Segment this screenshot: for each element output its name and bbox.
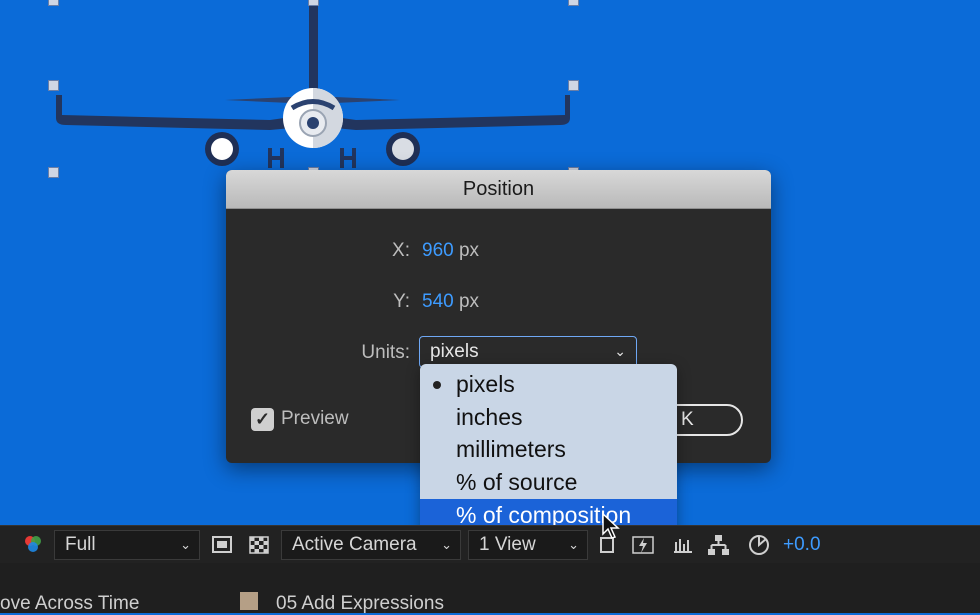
composition-color-swatch [240,592,258,610]
preview-label: Preview [281,408,349,429]
chevron-down-icon: ⌄ [568,537,579,552]
units-selected-value: pixels [430,341,479,362]
resolution-dropdown[interactable]: Full ⌄ [54,530,200,560]
exposure-reset-icon[interactable] [746,532,772,558]
selected-bullet-icon [433,381,441,389]
camera-value: Active Camera [292,534,417,555]
transform-handle[interactable] [48,167,59,178]
exposure-value[interactable]: +0.0 [783,532,821,558]
transform-handle[interactable] [48,80,59,91]
units-menu: pixels inches millimeters % of source % … [420,364,677,537]
timeline-tab-bar: ove Across Time 05 Add Expressions [0,563,980,615]
menu-item-label: millimeters [456,436,566,462]
dialog-title: Position [226,170,771,209]
timeline-icon[interactable] [670,532,696,558]
mouse-pointer-icon [602,512,620,539]
view-layout-value: 1 View [479,534,536,555]
menu-item-label: pixels [456,371,515,397]
y-value[interactable]: 540 [422,291,454,312]
units-label: Units: [361,342,410,363]
menu-item-label: % of source [456,469,578,495]
color-channels-icon[interactable] [20,532,46,558]
chevron-down-icon: ⌄ [180,537,191,552]
x-value[interactable]: 960 [422,240,454,261]
chevron-down-icon: ⌄ [614,343,626,359]
chevron-down-icon: ⌄ [441,537,452,552]
menu-item-millimeters[interactable]: millimeters [420,433,677,465]
x-label: X: [392,240,410,261]
menu-item-pixels[interactable]: pixels [420,368,677,400]
camera-dropdown[interactable]: Active Camera ⌄ [281,530,461,560]
x-field[interactable]: 960 px [422,240,479,262]
y-field[interactable]: 540 px [422,291,479,313]
transparency-grid-icon[interactable] [246,532,272,558]
menu-item-percent-source[interactable]: % of source [420,466,677,498]
y-label: Y: [393,291,410,312]
transform-handle[interactable] [568,80,579,91]
ok-button-label: K [681,409,694,430]
timeline-tab-left[interactable]: ove Across Time [0,593,139,615]
menu-item-label: inches [456,404,523,430]
menu-item-inches[interactable]: inches [420,401,677,433]
view-layout-dropdown[interactable]: 1 View ⌄ [468,530,588,560]
y-unit: px [458,291,480,312]
resolution-value: Full [65,534,96,555]
transform-handle[interactable] [48,0,59,6]
flowchart-icon[interactable] [705,532,731,558]
transform-handle[interactable] [568,0,579,6]
viewer-toolbar: Full ⌄ Active Camera ⌄ 1 View ⌄ +0.0 [0,525,980,564]
preview-checkbox[interactable]: ✓ [251,408,274,431]
transform-handle[interactable] [308,0,319,6]
fast-previews-icon[interactable] [630,532,656,558]
region-of-interest-icon[interactable] [209,532,235,558]
x-unit: px [458,240,480,261]
timeline-tab-right[interactable]: 05 Add Expressions [276,593,444,615]
